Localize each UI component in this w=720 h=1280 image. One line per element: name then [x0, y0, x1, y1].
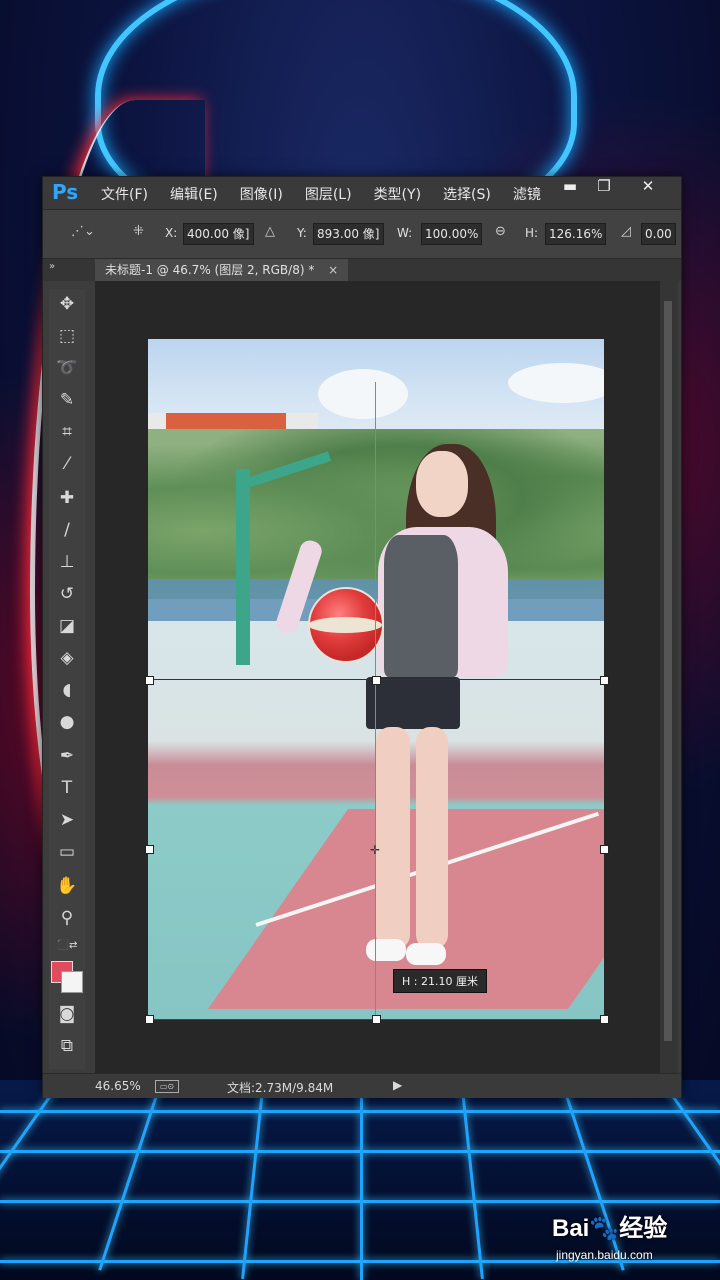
watermark-url: jingyan.baidu.com	[556, 1248, 653, 1262]
menu-file[interactable]: 文件(F)	[101, 184, 148, 204]
collapse-panel-icon[interactable]: »	[49, 261, 55, 272]
transform-handle-top-left[interactable]	[145, 676, 154, 685]
link-icon[interactable]: ⊖	[495, 224, 506, 239]
blur-icon[interactable]: ◖	[53, 677, 81, 703]
eyedropper-icon[interactable]: ⁄	[53, 451, 81, 477]
crop-icon[interactable]: ⌗	[53, 419, 81, 445]
transform-preset-icon[interactable]: ⋰⌄	[71, 224, 95, 239]
transform-pivot-icon[interactable]: ✛	[370, 843, 380, 857]
minimize-button[interactable]: ▬	[551, 177, 589, 197]
transform-handle-middle-left[interactable]	[145, 845, 154, 854]
vertical-scrollbar[interactable]	[660, 281, 678, 1073]
transform-handle-bottom-right[interactable]	[600, 1015, 609, 1024]
document-tab-bar: » 未标题-1 @ 46.7% (图层 2, RGB/8) * ×	[43, 259, 681, 281]
angle-icon: ◿	[621, 224, 631, 239]
brush-icon[interactable]: ∕	[53, 517, 81, 543]
background-color-swatch[interactable]	[61, 971, 83, 993]
relative-position-icon[interactable]: △	[265, 224, 275, 239]
basketball-hoop-pole	[236, 469, 250, 665]
watermark-logo: Bai🐾经验	[552, 1215, 668, 1242]
menu-edit[interactable]: 编辑(E)	[170, 184, 218, 204]
move-icon[interactable]: ✥	[53, 291, 81, 317]
menu-image[interactable]: 图像(I)	[240, 184, 283, 204]
h-label: H:	[525, 226, 539, 240]
lasso-icon[interactable]: ➰	[53, 355, 81, 381]
quick-mask-icon[interactable]: ◙	[53, 1001, 81, 1027]
pen-icon[interactable]: ✒	[53, 743, 81, 769]
options-bar: ⋰⌄ ⁜ X: 400.00 像] △ Y: 893.00 像] W: 100.…	[43, 210, 681, 259]
x-input[interactable]: 400.00 像]	[183, 223, 254, 245]
ps-logo: Ps	[52, 180, 79, 204]
hand-icon[interactable]: ✋	[53, 873, 81, 899]
maximize-button[interactable]: ❐	[585, 177, 623, 197]
quick-select-icon[interactable]: ✎	[53, 387, 81, 413]
healing-brush-icon[interactable]: ✚	[53, 485, 81, 511]
zoom-level[interactable]: 46.65%	[95, 1079, 141, 1093]
close-button[interactable]: ✕	[629, 177, 667, 197]
menu-bar: Ps 文件(F) 编辑(E) 图像(I) 图层(L) 类型(Y) 选择(S) 滤…	[43, 177, 681, 210]
baidu-jingyan-watermark: Bai🐾经验	[552, 1208, 667, 1243]
transform-handle-top-center[interactable]	[372, 676, 381, 685]
status-bar: 46.65% ▭⊙ 文档:2.73M/9.84M ▶	[43, 1073, 681, 1098]
transform-handle-top-right[interactable]	[600, 676, 609, 685]
marquee-icon[interactable]: ⬚	[53, 323, 81, 349]
y-label: Y:	[297, 226, 307, 240]
menu-filter[interactable]: 滤镜	[513, 184, 541, 204]
document-size: 文档:2.73M/9.84M	[227, 1081, 334, 1095]
h-input[interactable]: 126.16%	[545, 223, 607, 245]
y-input[interactable]: 893.00 像]	[313, 223, 384, 245]
reference-point-icon[interactable]: ⁜	[133, 224, 144, 239]
proof-icon: ▭⊙	[155, 1080, 179, 1093]
w-input[interactable]: 100.00%	[421, 223, 483, 245]
document-tab[interactable]: 未标题-1 @ 46.7% (图层 2, RGB/8) * ×	[95, 259, 349, 281]
transform-handle-middle-right[interactable]	[600, 845, 609, 854]
menu-layer[interactable]: 图层(L)	[305, 184, 352, 204]
history-brush-icon[interactable]: ↺	[53, 581, 81, 607]
angle-input[interactable]: 0.00	[641, 223, 676, 245]
tab-close-icon[interactable]: ×	[328, 263, 338, 277]
eraser-icon[interactable]: ◪	[53, 613, 81, 639]
dodge-icon[interactable]: ●	[53, 709, 81, 735]
transform-handle-bottom-center[interactable]	[372, 1015, 381, 1024]
swap-colors-icon[interactable]: ⬛⇄	[53, 933, 81, 959]
menu-select[interactable]: 选择(S)	[443, 184, 491, 204]
document-tab-title: 未标题-1 @ 46.7% (图层 2, RGB/8) *	[105, 263, 315, 277]
transform-handle-bottom-left[interactable]	[145, 1015, 154, 1024]
path-select-icon[interactable]: ➤	[53, 807, 81, 833]
photoshop-window: Ps 文件(F) 编辑(E) 图像(I) 图层(L) 类型(Y) 选择(S) 滤…	[42, 176, 682, 1098]
zoom-icon[interactable]: ⚲	[53, 905, 81, 931]
tools-panel: ✥ ⬚ ➰ ✎ ⌗ ⁄ ✚ ∕ ⊥ ↺ ◪ ◈ ◖ ● ✒ T ➤ ▭ ✋ ⚲ …	[49, 289, 85, 1069]
menu-type[interactable]: 类型(Y)	[374, 184, 421, 204]
type-icon[interactable]: T	[53, 775, 81, 801]
clone-stamp-icon[interactable]: ⊥	[53, 549, 81, 575]
smart-guide-line	[375, 382, 376, 1022]
screen-mode-icon[interactable]: ⧉	[53, 1033, 81, 1059]
rectangle-icon[interactable]: ▭	[53, 839, 81, 865]
w-label: W:	[397, 226, 413, 240]
dimension-tooltip: H : 21.10 厘米	[393, 969, 487, 993]
menu-list: 文件(F) 编辑(E) 图像(I) 图层(L) 类型(Y) 选择(S) 滤镜	[101, 184, 563, 204]
paint-bucket-icon[interactable]: ◈	[53, 645, 81, 671]
x-label: X:	[165, 226, 178, 240]
status-menu-arrow-icon[interactable]: ▶	[393, 1078, 402, 1092]
